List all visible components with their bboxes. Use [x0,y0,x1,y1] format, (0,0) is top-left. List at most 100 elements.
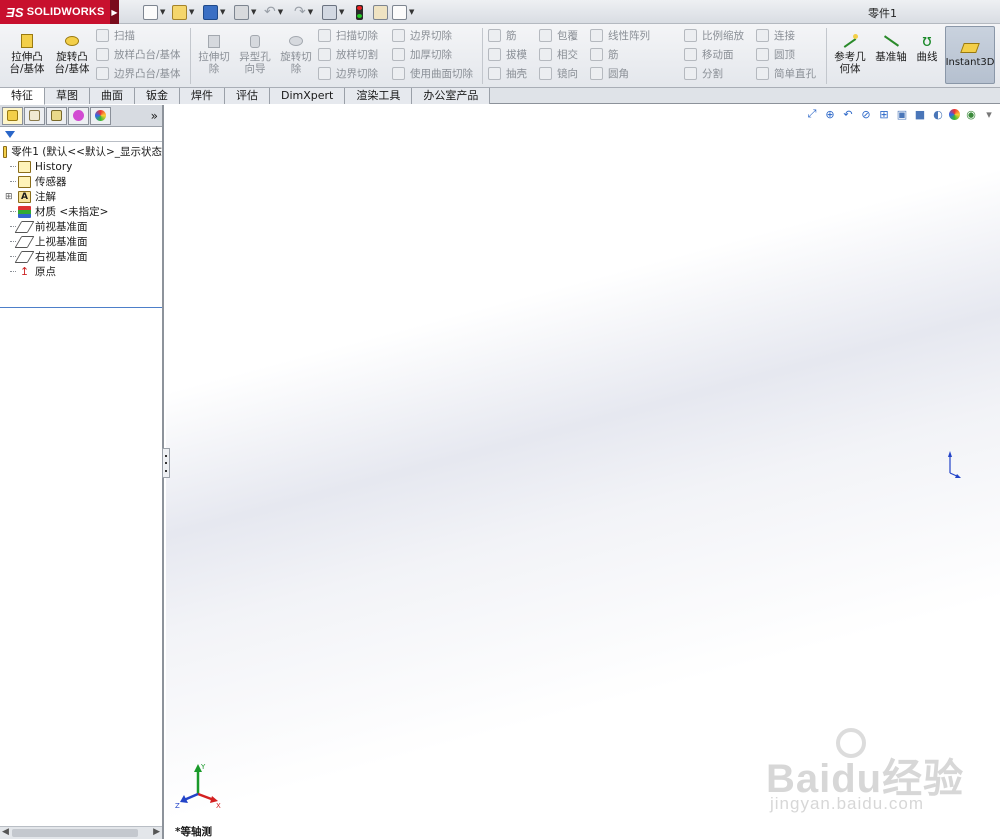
extrude-cut-button[interactable]: 拉伸切 除 [196,32,232,75]
tree-item-origin[interactable]: ↥ 原点 [0,264,162,279]
boundary-cut-2-button[interactable]: 边界切除 [392,27,452,43]
display-style-icon[interactable]: ■ [913,107,927,121]
view-settings-icon[interactable]: ▾ [982,107,996,121]
options-button[interactable]: ▼ [392,3,414,21]
scroll-left-icon[interactable]: ◀ [2,827,9,837]
split-button[interactable]: 分割 [684,65,723,81]
configuration-manager-tab[interactable] [46,106,67,125]
tree-item-sensors[interactable]: 传感器 [0,174,162,189]
revolve-cut-button[interactable]: 旋转切 除 [278,32,314,75]
menu-arrow-icon[interactable]: ▶ [110,0,119,24]
annotation-icon: A [18,190,31,203]
rebuild-button[interactable] [356,3,363,21]
curves-button[interactable]: ʊ 曲线 [912,32,942,64]
surface-cut-button[interactable]: 使用曲面切除 [392,65,473,81]
scale-button[interactable]: 比例缩放 [684,27,744,43]
previous-view-icon[interactable]: ↶ [841,107,855,121]
extrude-boss-button[interactable]: 拉伸凸 台/基体 [8,32,46,75]
section-view-icon[interactable]: ⊘ [859,107,873,121]
print-button[interactable]: ▼ [234,3,256,21]
dimxpert-manager-tab[interactable] [68,106,89,125]
tab-surfaces[interactable]: 曲面 [90,88,135,104]
scroll-right-icon[interactable]: ▶ [153,827,160,837]
sweep-button[interactable]: 扫描 [96,27,135,43]
tree-item-label: 注解 [35,191,56,203]
tab-office-products[interactable]: 办公室产品 [412,88,491,104]
hole-wizard-icon [245,32,265,50]
revolve-boss-button[interactable]: 旋转凸 台/基体 [52,32,92,75]
rib-button[interactable]: 筋 [488,27,517,43]
hole-wizard-label: 异型孔 向导 [239,51,271,75]
panel-horizontal-scrollbar[interactable]: ◀ ▶ [0,826,162,839]
dynamic-annotation-icon[interactable]: ⊞ [877,107,891,121]
tab-evaluate[interactable]: 评估 [225,88,270,104]
tab-dimxpert[interactable]: DimXpert [270,88,346,104]
tab-sheet-metal[interactable]: 钣金 [135,88,180,104]
save-button[interactable]: ▼ [203,3,225,21]
scrollbar-thumb[interactable] [12,829,138,837]
tab-features[interactable]: 特征 [0,88,45,105]
hole-wizard-button[interactable]: 异型孔 向导 [236,32,274,75]
tree-filter[interactable] [0,127,162,142]
expand-icon[interactable]: ⊞ [5,192,13,202]
tree-item-right-plane[interactable]: 右视基准面 [0,249,162,264]
move-face-button[interactable]: 移动面 [684,46,734,62]
instant3d-button[interactable]: Instant3D [945,26,995,84]
more-tabs-icon[interactable]: » [151,109,158,123]
draft-button[interactable]: 拔模 [488,46,527,62]
zoom-to-fit-icon[interactable]: ⤢ [805,107,819,121]
lofted-cut-label: 放样切割 [336,48,378,61]
sensor-icon [18,175,31,188]
tree-item-front-plane[interactable]: 前视基准面 [0,219,162,234]
lofted-cut-button[interactable]: 放样切割 [318,46,378,62]
swept-cut-button[interactable]: 扫描切除 [318,27,378,43]
origin-triad-icon [948,451,961,478]
tab-sketch[interactable]: 草图 [45,88,90,104]
select-button[interactable]: ▼ [322,3,344,21]
undo-button[interactable]: ↶ ▼ [264,3,283,21]
tree-root-part[interactable]: 零件1 (默认<<默认>_显示状态 [0,144,162,159]
surface-cut-icon [392,66,405,80]
tab-render-tools[interactable]: 渲染工具 [345,88,413,104]
loft-boss-button[interactable]: 放样凸台/基体 [96,46,181,62]
datum-axis-button[interactable]: 基准轴 [872,32,910,63]
simple-hole-button[interactable]: 简单直孔 [756,65,816,81]
wrap-icon [539,28,552,42]
fillet-button[interactable]: 圆角 [590,65,629,81]
document-title: 零件1 [868,7,897,20]
hide-show-items-icon[interactable]: ◐ [931,107,945,121]
redo-button[interactable]: ↷ ▼ [294,3,313,21]
instant3d-label: Instant3D [945,56,995,68]
display-manager-tab[interactable] [90,106,111,125]
shell-button[interactable]: 抽壳 [488,65,527,81]
appearance-icon[interactable] [949,108,960,120]
tree-item-annotations[interactable]: ⊞ A 注解 [0,189,162,204]
dome-button[interactable]: 圆顶 [756,46,795,62]
boundary-cut-button[interactable]: 边界切除 [318,65,378,81]
feature-manager-tab[interactable] [2,106,23,125]
view-orientation-icon[interactable]: ▣ [895,107,909,121]
panel-collapse-handle[interactable] [162,448,170,478]
connect-button[interactable]: 连接 [756,27,795,43]
rib-2-label: 筋 [608,48,619,61]
scene-icon[interactable]: ◉ [964,107,978,121]
mirror-button[interactable]: 镜向 [539,65,578,81]
linear-pattern-button[interactable]: 线性阵列 [590,27,650,43]
boundary-boss-button[interactable]: 边界凸台/基体 [96,65,181,81]
file-properties-button[interactable] [373,3,388,21]
reference-geometry-button[interactable]: 参考几 何体 [832,32,868,75]
open-button[interactable]: ▼ [172,3,194,21]
property-manager-tab[interactable] [24,106,45,125]
thicken-cut-button[interactable]: 加厚切除 [392,46,452,62]
tree-item-top-plane[interactable]: 上视基准面 [0,234,162,249]
tree-item-material[interactable]: 材质 <未指定> [0,204,162,219]
intersect-button[interactable]: 相交 [539,46,578,62]
tree-item-history[interactable]: History [0,159,162,174]
new-document-button[interactable]: ▼ [143,3,165,21]
tab-weldments[interactable]: 焊件 [180,88,225,104]
zoom-area-icon[interactable]: ⊕ [823,107,837,121]
sweep-icon [96,28,109,42]
wrap-button[interactable]: 包覆 [539,27,578,43]
rib-2-button[interactable]: 筋 [590,46,619,62]
solidworks-logo[interactable]: ƎS SOLIDWORKS [0,0,110,24]
